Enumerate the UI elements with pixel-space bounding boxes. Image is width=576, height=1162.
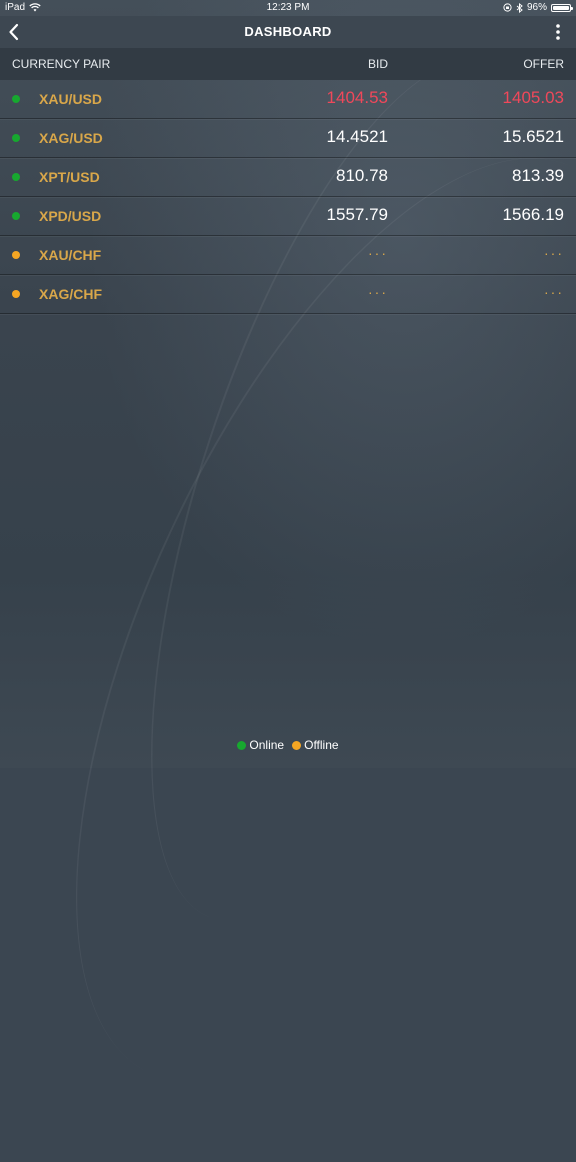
status-dot-online <box>12 212 20 220</box>
status-bar: iPad 12:23 PM 96% <box>0 0 576 16</box>
pair-label: XAU/CHF <box>39 247 102 263</box>
status-dot-online <box>12 173 20 181</box>
legend-online: Online <box>237 738 284 752</box>
orientation-lock-icon <box>503 3 512 12</box>
table-row[interactable]: XAG/USD 14.4521 15.6521 <box>0 119 576 159</box>
table-row[interactable]: XPT/USD 810.78 813.39 <box>0 158 576 198</box>
battery-icon <box>551 3 573 12</box>
bid-value: ··· <box>368 284 388 300</box>
offer-value: ··· <box>544 245 564 261</box>
pair-label: XAU/USD <box>39 91 103 107</box>
battery-percent: 96% <box>526 2 547 13</box>
nav-bar: DASHBOARD <box>0 16 576 48</box>
offline-dot-icon <box>292 740 302 750</box>
pair-label: XAG/USD <box>39 130 103 146</box>
table-row[interactable]: XPD/USD 1557.79 1566.19 <box>0 197 576 237</box>
table-row[interactable]: XAU/CHF ··· ··· <box>0 236 576 276</box>
online-dot-icon <box>237 740 247 750</box>
offer-value: 1405.03 <box>502 88 564 107</box>
more-options-button[interactable] <box>554 23 562 41</box>
offer-value: 15.6521 <box>502 127 564 146</box>
bid-value: 1404.53 <box>326 88 388 107</box>
pair-label: XPD/USD <box>39 208 102 224</box>
more-vertical-icon <box>556 24 560 40</box>
status-time: 12:23 PM <box>266 2 310 13</box>
bid-value: 810.78 <box>336 166 388 185</box>
bid-value: 1557.79 <box>326 205 388 224</box>
page-title: DASHBOARD <box>244 24 332 39</box>
column-header-offer: OFFER <box>523 57 564 71</box>
table-header: CURRENCY PAIR BID OFFER <box>0 48 576 80</box>
legend-offline: Offline <box>292 738 339 752</box>
status-dot-online <box>12 134 20 142</box>
status-dot-online <box>12 95 20 103</box>
column-header-pair: CURRENCY PAIR <box>12 57 111 71</box>
status-dot-offline <box>12 251 20 259</box>
legend-offline-label: Offline <box>304 738 339 752</box>
pair-label: XAG/CHF <box>39 286 102 302</box>
offer-value: 813.39 <box>512 166 564 185</box>
currency-table: XAU/USD 1404.53 1405.03 XAG/USD 14.4521 … <box>0 80 576 315</box>
status-dot-offline <box>12 290 20 298</box>
offer-value: ··· <box>544 284 564 300</box>
bid-value: 14.4521 <box>326 127 388 146</box>
bid-value: ··· <box>368 245 388 261</box>
status-legend: Online Offline <box>0 738 576 752</box>
bluetooth-icon <box>516 2 523 13</box>
table-row[interactable]: XAU/USD 1404.53 1405.03 <box>0 80 576 120</box>
column-header-bid: BID <box>367 57 388 71</box>
table-row[interactable]: XAG/CHF ··· ··· <box>0 275 576 315</box>
legend-online-label: Online <box>249 738 285 752</box>
pair-label: XPT/USD <box>39 169 100 185</box>
offer-value: 1566.19 <box>502 205 564 224</box>
